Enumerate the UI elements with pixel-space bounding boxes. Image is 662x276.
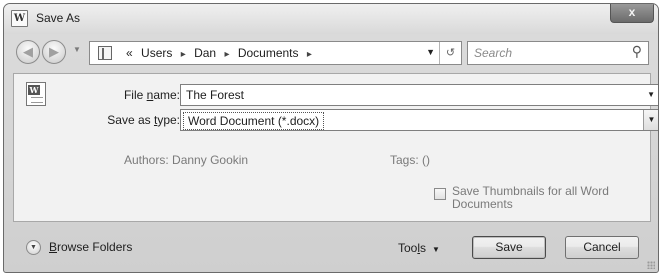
chevron-down-icon[interactable]: ▼ (643, 110, 658, 130)
thumbnails-label[interactable]: Save Thumbnails for all Word Documents (452, 185, 622, 211)
navigation-bar: ◀ ▶ ▼ « Users ▸ Dan ▸ Documents ▸ ▼ ↺ Se… (4, 35, 658, 69)
forward-arrow-icon[interactable]: ▶ (42, 40, 66, 64)
tools-menu-button[interactable]: Tools ▼ (398, 241, 440, 255)
tags-value[interactable]: () (422, 153, 430, 167)
save-as-type-label: Save as type: (107, 113, 180, 127)
authors-value[interactable]: Danny Gookin (172, 153, 248, 167)
history-dropdown-icon[interactable]: ▼ (73, 45, 81, 54)
chevron-down-icon: ▼ (432, 245, 440, 254)
breadcrumb-users[interactable]: Users (141, 46, 172, 60)
chevron-right-icon[interactable]: ▸ (224, 49, 229, 60)
close-button[interactable]: x (610, 4, 654, 23)
resize-grip[interactable] (647, 261, 655, 269)
search-placeholder: Search (474, 46, 513, 60)
address-bar[interactable]: « Users ▸ Dan ▸ Documents ▸ ▼ ↺ (89, 41, 462, 65)
filename-label: File name: (123, 88, 180, 102)
word-app-icon: W (11, 10, 28, 27)
breadcrumb-dan[interactable]: Dan (194, 46, 216, 60)
refresh-icon[interactable]: ↺ (439, 42, 461, 64)
search-icon[interactable]: ⚲ (632, 43, 642, 60)
word-document-icon: W (26, 82, 46, 106)
tags-label: Tags: (390, 153, 419, 167)
chevron-down-icon[interactable]: ▼ (426, 47, 435, 57)
chevron-right-icon[interactable]: ▸ (181, 49, 186, 60)
save-options-panel: W File name: The Forest ▼ Save as type: … (13, 73, 658, 222)
authors-field[interactable]: Authors: Danny Gookin (124, 153, 248, 167)
breadcrumb: « Users ▸ Dan ▸ Documents ▸ (126, 46, 317, 60)
browse-folders-button[interactable]: Browse Folders (49, 240, 132, 254)
chevron-down-icon[interactable]: ▼ (647, 90, 655, 99)
title-bar: W Save As x (4, 4, 658, 34)
cancel-button[interactable]: Cancel (565, 236, 639, 259)
search-input[interactable]: Search ⚲ (467, 41, 649, 65)
thumbnails-checkbox[interactable] (434, 188, 446, 200)
authors-label: Authors: (124, 153, 169, 167)
back-arrow-icon[interactable]: ◀ (16, 40, 40, 64)
save-as-type-select[interactable]: Word Document (*.docx) ▼ (180, 109, 658, 131)
breadcrumb-documents[interactable]: Documents (238, 46, 299, 60)
folder-icon (98, 46, 112, 60)
tags-field[interactable]: Tags: () (390, 153, 430, 167)
filename-field[interactable]: The Forest ▼ (180, 84, 658, 106)
save-as-type-value: Word Document (*.docx) (183, 112, 325, 130)
expand-chevron-icon[interactable]: ▼ (26, 240, 41, 255)
dialog-title: Save As (36, 11, 81, 25)
chevron-right-icon[interactable]: ▸ (307, 49, 312, 60)
save-as-dialog: W Save As x ◀ ▶ ▼ « Users ▸ Dan ▸ Docume… (3, 3, 659, 273)
filename-value: The Forest (186, 88, 245, 102)
save-button[interactable]: Save (472, 236, 546, 259)
breadcrumb-overflow[interactable]: « (126, 46, 133, 60)
